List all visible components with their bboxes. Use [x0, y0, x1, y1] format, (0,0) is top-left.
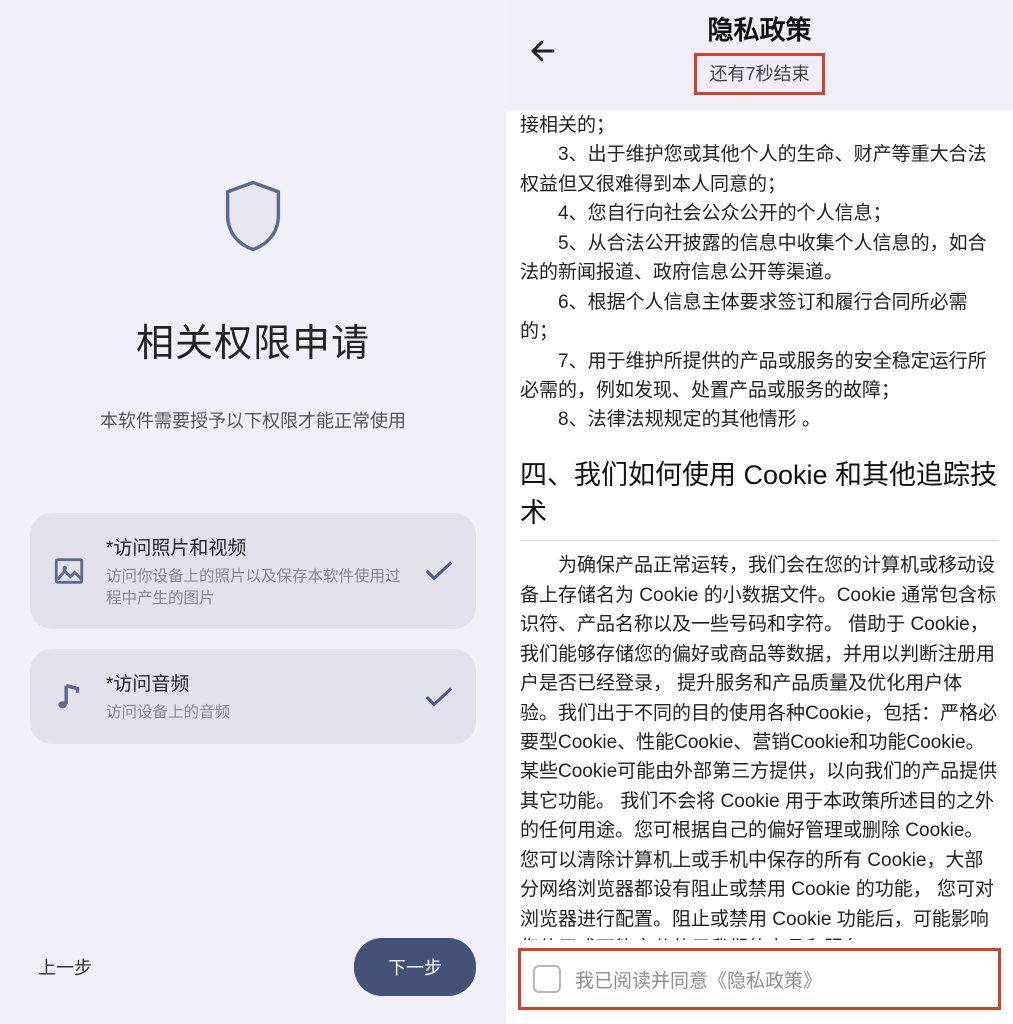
permissions-screen: 相关权限申请 本软件需要授予以下权限才能正常使用 *访问照片和视频 访问你设备上… — [0, 0, 506, 1024]
consent-checkbox[interactable] — [533, 965, 561, 993]
policy-content[interactable]: 接相关的； 3、出于维护您或其他个人的生命、财产等重大合法权益但又很难得到本人同… — [506, 111, 1013, 940]
policy-item-4: 4、您自行向社会公众公开的个人信息； — [520, 199, 999, 228]
policy-item-8: 8、法律法规规定的其他情形 。 — [520, 405, 999, 434]
header-title: 隐私政策 — [522, 10, 997, 47]
permission-item-audio[interactable]: *访问音频 访问设备上的音频 — [30, 649, 476, 744]
music-note-icon — [52, 680, 86, 714]
permission-title: *访问音频 — [106, 669, 404, 696]
permission-text: *访问音频 访问设备上的音频 — [106, 669, 404, 724]
permission-item-photos[interactable]: *访问照片和视频 访问你设备上的照片以及保存本软件使用过程中产生的图片 — [30, 513, 476, 629]
bottom-nav: 上一步 下一步 — [0, 914, 506, 1024]
next-button[interactable]: 下一步 — [354, 938, 476, 996]
header-center: 隐私政策 还有7秒结束 — [522, 10, 997, 95]
policy-item-6: 6、根据个人信息主体要求签订和履行合同所必需的； — [520, 288, 999, 347]
countdown-highlight: 还有7秒结束 — [694, 53, 824, 95]
check-icon — [424, 686, 454, 708]
section-4-title: 四、我们如何使用 Cookie 和其他追踪技术 — [520, 457, 999, 542]
policy-item-3: 3、出于维护您或其他个人的生命、财产等重大合法权益但又很难得到本人同意的； — [520, 140, 999, 199]
policy-item-7: 7、用于维护所提供的产品或服务的安全稳定运行所必需的，例如发现、处置产品或服务的… — [520, 347, 999, 406]
policy-item-5: 5、从合法公开披露的信息中收集个人信息的，如合法的新闻报道、政府信息公开等渠道。 — [520, 229, 999, 288]
cookie-paragraph: 为确保产品正常运转，我们会在您的计算机或移动设备上存储名为 Cookie 的小数… — [520, 551, 999, 940]
header-bar: 隐私政策 还有7秒结束 — [506, 0, 1013, 111]
check-icon — [424, 560, 454, 582]
previous-button[interactable]: 上一步 — [30, 942, 100, 992]
hero-section: 相关权限申请 本软件需要授予以下权限才能正常使用 — [0, 0, 506, 433]
back-arrow-icon[interactable] — [528, 36, 558, 66]
countdown-text: 还有7秒结束 — [709, 64, 809, 84]
permission-desc: 访问设备上的音频 — [106, 702, 404, 724]
page-title: 相关权限申请 — [136, 312, 370, 367]
permission-text: *访问照片和视频 访问你设备上的照片以及保存本软件使用过程中产生的图片 — [106, 533, 404, 609]
permission-title: *访问照片和视频 — [106, 533, 404, 560]
page-subtitle: 本软件需要授予以下权限才能正常使用 — [100, 407, 406, 433]
consent-label: 我已阅读并同意《隐私政策》 — [575, 966, 822, 993]
permission-desc: 访问你设备上的照片以及保存本软件使用过程中产生的图片 — [106, 566, 404, 609]
photo-icon — [52, 554, 86, 588]
shield-icon — [223, 180, 283, 252]
policy-fragment: 接相关的； — [520, 111, 999, 140]
consent-footer-highlight: 我已阅读并同意《隐私政策》 — [518, 948, 1001, 1010]
permissions-list: *访问照片和视频 访问你设备上的照片以及保存本软件使用过程中产生的图片 *访问音… — [0, 513, 506, 744]
privacy-policy-screen: 隐私政策 还有7秒结束 接相关的； 3、出于维护您或其他个人的生命、财产等重大合… — [506, 0, 1013, 1024]
